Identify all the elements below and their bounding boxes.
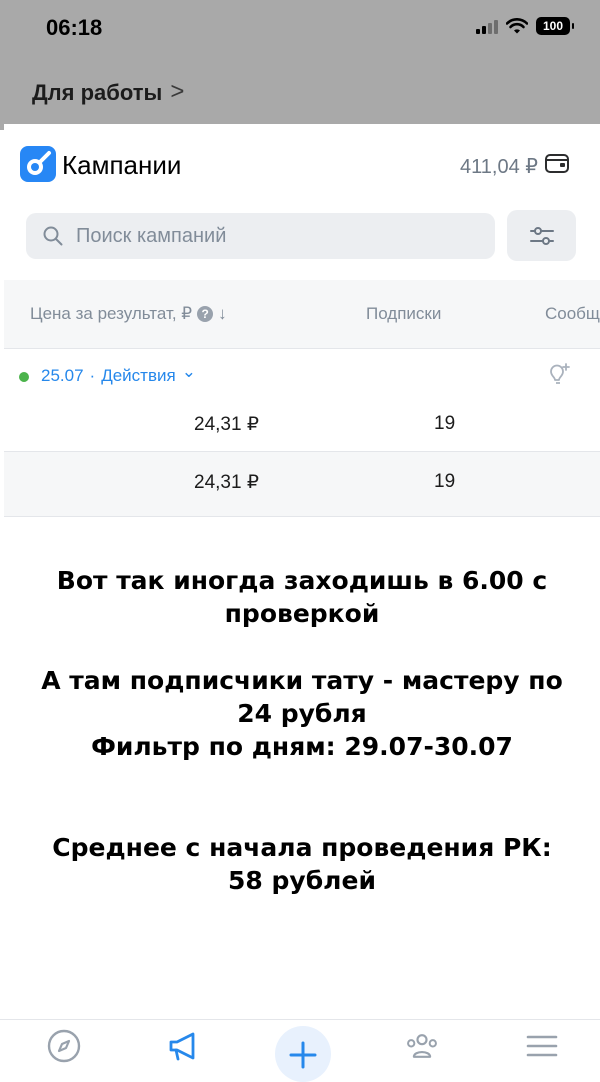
people-icon[interactable]: [404, 1028, 440, 1064]
lightbulb-icon[interactable]: [544, 361, 572, 389]
sort-arrow-icon[interactable]: ↓: [218, 304, 227, 324]
sliders-icon: [529, 226, 554, 245]
price-cell: 24,31 ₽: [194, 414, 259, 435]
workspace-label: Для работы: [32, 80, 163, 105]
menu-icon[interactable]: [524, 1028, 560, 1064]
caption-line: Среднее с начала проведения РК:: [52, 833, 552, 862]
chevron-right-icon: >: [170, 78, 185, 105]
column-price[interactable]: Цена за результат, ₽ ? ↓: [30, 304, 227, 324]
column-price-label: Цена за результат, ₽: [30, 304, 193, 323]
megaphone-icon[interactable]: [166, 1028, 202, 1064]
wallet-icon[interactable]: [544, 151, 570, 175]
header: Кампании 411,04 ₽: [4, 124, 600, 204]
filter-button[interactable]: [507, 210, 576, 261]
table-header: Цена за результат, ₽ ? ↓ Подписки Сообщ: [4, 280, 600, 349]
search-input[interactable]: Поиск кампаний: [26, 213, 495, 259]
page-title: Кампании: [62, 150, 182, 180]
search-placeholder: Поиск кампаний: [76, 224, 227, 247]
caption-line: 24 рубля: [237, 699, 367, 728]
bottom-tab-bar: [0, 1019, 600, 1082]
campaigns-sheet: Кампании 411,04 ₽ Поиск кампаний Цена за…: [4, 124, 600, 1066]
subscriptions-cell: 19: [434, 413, 456, 434]
battery-icon: 100: [536, 17, 574, 35]
help-icon[interactable]: ?: [197, 306, 214, 322]
table-row[interactable]: 24,31 ₽ 19: [4, 394, 600, 454]
caption-line: 58 рублей: [228, 866, 376, 895]
campaign-date: 25.07: [41, 366, 84, 385]
status-icons: 100: [476, 17, 574, 35]
caption-line: Вот так иногда заходишь в 6.00 с: [56, 566, 548, 595]
campaign-group-label[interactable]: 25.07 · Действия ⌄: [41, 362, 196, 386]
workspace-link[interactable]: Для работы >: [32, 78, 185, 106]
signal-icon: [476, 18, 498, 34]
separator-dot: ·: [89, 366, 96, 385]
compass-icon[interactable]: [46, 1028, 82, 1064]
caption-line: проверкой: [224, 599, 380, 628]
caption-line: А там подписчики тату - мастеру по: [41, 666, 563, 695]
status-time: 06:18: [46, 15, 103, 40]
column-messages[interactable]: Сообщ: [545, 304, 600, 324]
wifi-icon: [506, 18, 528, 34]
search-icon: [43, 226, 63, 246]
price-cell: 24,31 ₽: [194, 472, 259, 493]
caption-line: Фильтр по дням: 29.07-30.07: [91, 732, 513, 761]
actions-dropdown[interactable]: Действия: [101, 366, 175, 386]
table-row[interactable]: 24,31 ₽ 19: [4, 451, 600, 517]
status-bar: 06:18 100: [0, 0, 600, 56]
account-balance[interactable]: 411,04 ₽: [460, 154, 538, 179]
create-campaign-button[interactable]: [275, 1026, 331, 1082]
column-subscriptions[interactable]: Подписки: [366, 304, 441, 324]
status-dot: [19, 372, 29, 382]
subscriptions-cell: 19: [434, 471, 456, 492]
caption-overlay: Вот так иногда заходишь в 6.00 с проверк…: [4, 564, 600, 897]
chevron-down-icon: ⌄: [181, 362, 196, 381]
ads-logo-icon: [20, 146, 56, 182]
